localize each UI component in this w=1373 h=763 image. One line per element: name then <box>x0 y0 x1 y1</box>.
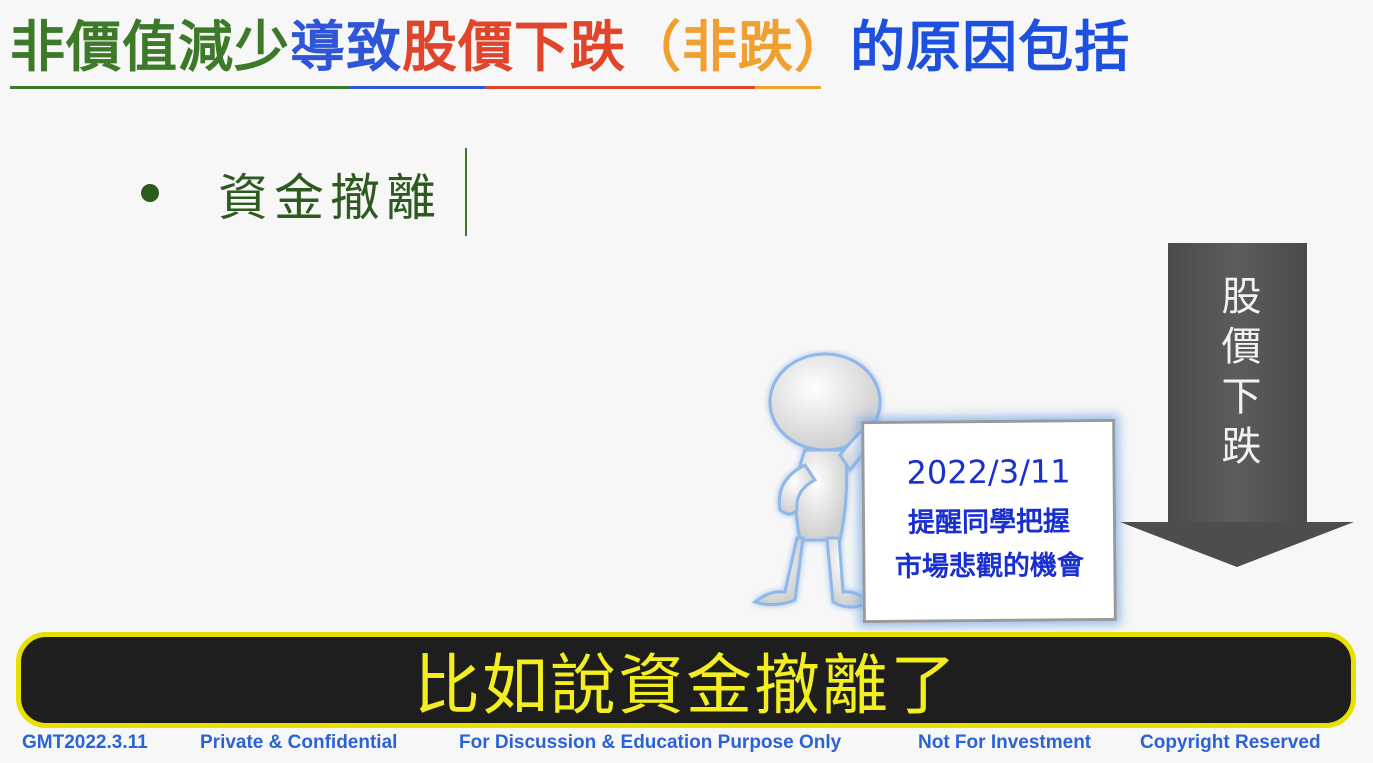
footer-investment: Not For Investment <box>918 732 1092 753</box>
title-underline-blue <box>350 86 485 89</box>
footer-purpose: For Discussion & Education Purpose Only <box>459 732 842 753</box>
title-part-3: 股價下跌 <box>402 15 627 79</box>
subtitle-text: 比如說資金撤離了 <box>414 647 958 724</box>
title-part-5: 的原因包括 <box>850 15 1131 79</box>
title-underline-green <box>10 86 350 89</box>
sign-line-2: 市場悲觀的機會 <box>894 550 1085 583</box>
title-part-2: 導致 <box>290 15 403 79</box>
title-part-1: 非價值減少 <box>10 15 291 79</box>
title-part-4: （非跌） <box>626 15 851 79</box>
footer-copyright: Copyright Reserved <box>1140 732 1321 753</box>
title-underline-red <box>485 86 755 89</box>
subtitle-bar: 比如說資金撤離了 <box>16 632 1356 728</box>
footer-code: GMT2022.3.11 <box>22 732 148 753</box>
arrow-label: 股價下跌 <box>1214 275 1261 475</box>
footer: GMT2022.3.11 Private & Confidential For … <box>0 730 1373 760</box>
bullet-dot-icon <box>141 184 159 202</box>
sign-date: 2022/3/11 <box>906 452 1071 492</box>
title-underline-orange <box>755 86 821 89</box>
bullet-item: 資金撤離 <box>218 169 442 227</box>
slide-title: 非價值減少 導致 股價下跌 （非跌） 的原因包括 <box>10 2 1370 82</box>
text-cursor <box>465 148 467 236</box>
sign-line-1: 提醒同學把握 <box>907 506 1071 539</box>
down-arrow-head <box>1120 522 1354 567</box>
footer-private: Private & Confidential <box>200 732 398 753</box>
reminder-sign: 2022/3/11 提醒同學把握 市場悲觀的機會 <box>861 418 1117 624</box>
